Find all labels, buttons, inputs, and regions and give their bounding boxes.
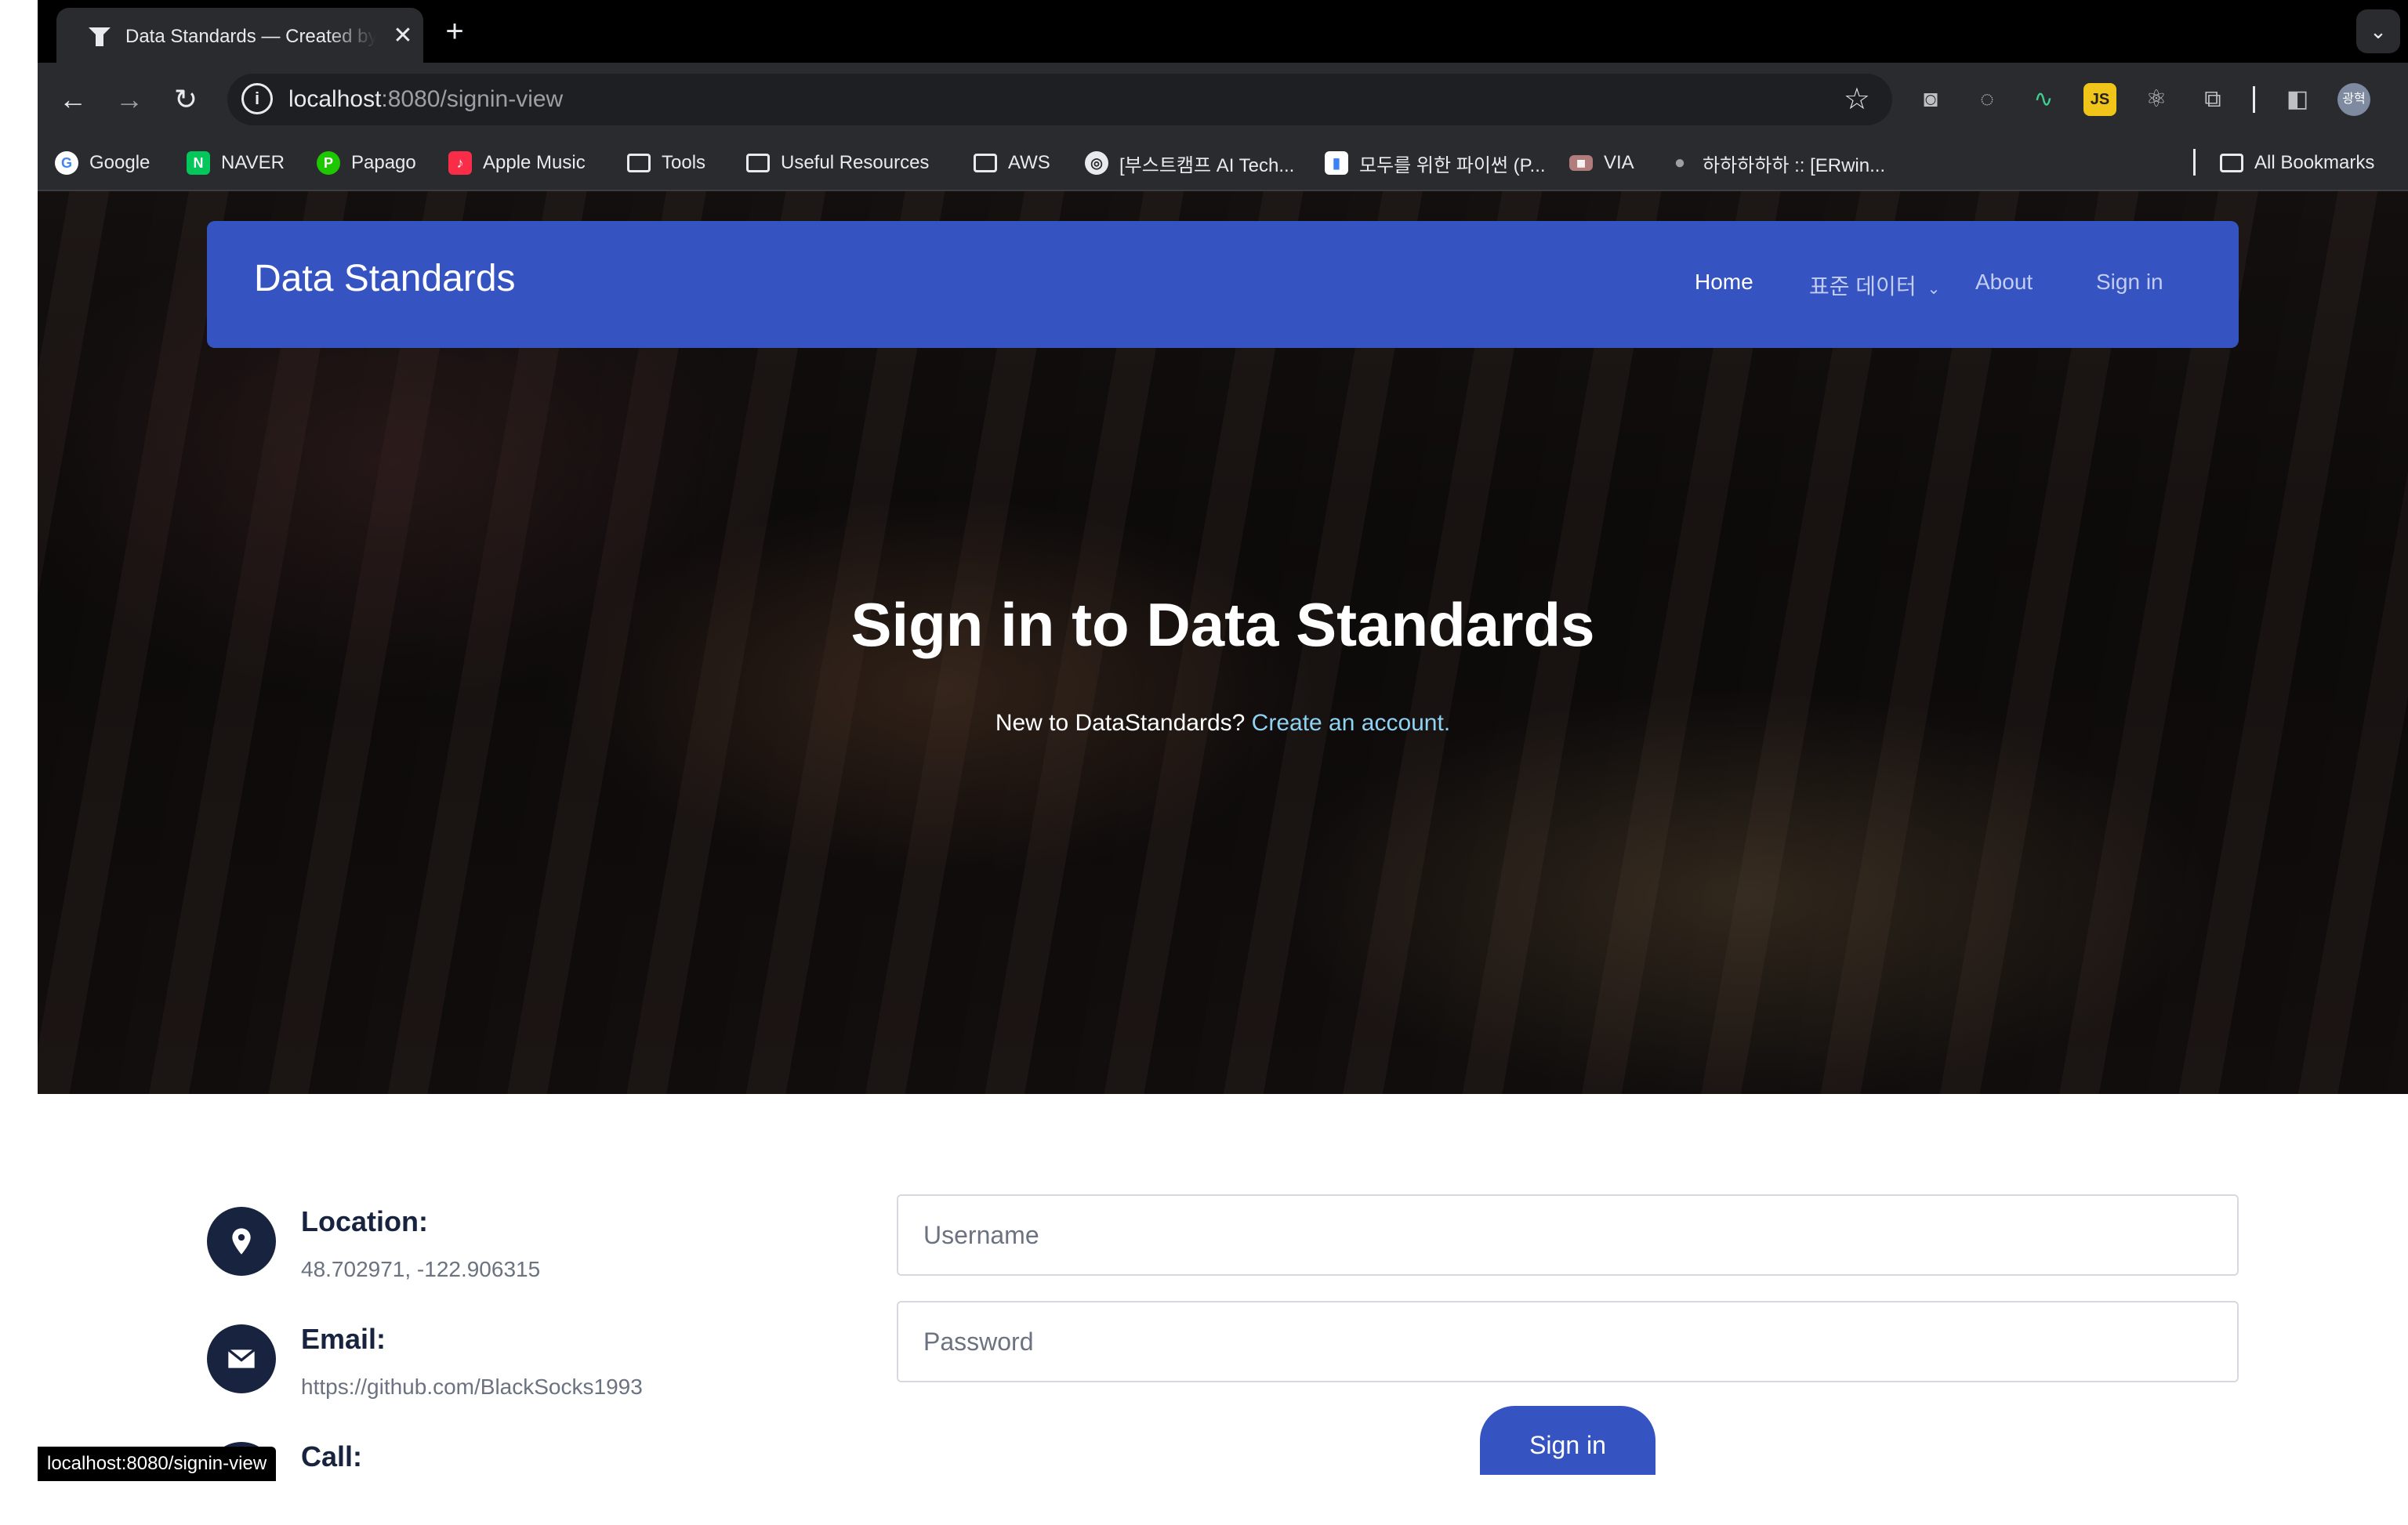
create-account-link[interactable]: Create an account.	[1252, 710, 1451, 736]
camera-extension-icon[interactable]: ◙	[1914, 83, 1947, 116]
browser-toolbar: ← → ↻ i localhost:8080/signin-view ☆ ◙ ◌…	[38, 63, 2408, 136]
nav-about[interactable]: About	[1975, 270, 2033, 295]
bookmark-label: 하하하하하 :: [ERwin...	[1703, 154, 1886, 176]
site-navbar: Data Standards Home 표준 데이터 ⌄ About Sign i…	[207, 221, 2239, 348]
toolbar-divider	[2253, 86, 2255, 113]
email-value: https://github.com/BlackSocks1993	[301, 1375, 643, 1399]
folder-icon	[974, 154, 997, 172]
papago-icon: P	[317, 151, 340, 175]
profile-avatar[interactable]: 광혁	[2337, 83, 2370, 116]
bookmark-boostcamp[interactable]: ◎ [부스트캠프 AI Tech...	[1085, 149, 1294, 177]
doc-icon: ▮	[1325, 151, 1348, 175]
address-bar[interactable]: i localhost:8080/signin-view ☆	[227, 74, 1892, 125]
loading-extension-icon[interactable]: ◌	[1971, 83, 2004, 116]
url-path: :8080/signin-view	[381, 86, 564, 112]
wave-extension-icon[interactable]: ∿	[2027, 83, 2060, 116]
bookmark-label: 모두를 위한 파이썬 (P...	[1359, 154, 1546, 176]
username-field[interactable]	[897, 1194, 2239, 1276]
bookmarks-bar: G Google N NAVER P Papago ♪ Apple Music Tool…	[38, 136, 2408, 191]
all-bookmarks[interactable]: All Bookmarks	[2220, 149, 2374, 177]
extensions-puzzle-icon[interactable]: ⧉	[2196, 83, 2229, 116]
tab-favicon-icon	[89, 27, 111, 46]
bookmark-label: NAVER	[221, 152, 285, 173]
globe-icon: ◎	[1085, 151, 1108, 175]
bookmark-papago[interactable]: P Papago	[317, 149, 416, 177]
bookmark-label: Apple Music	[483, 152, 586, 173]
location-label: Location:	[301, 1205, 428, 1237]
username-input[interactable]	[898, 1196, 2237, 1274]
password-input[interactable]	[898, 1302, 2237, 1381]
address-url[interactable]: localhost:8080/signin-view	[288, 86, 563, 113]
bookmark-label: VIA	[1604, 152, 1634, 173]
bookmark-python[interactable]: ▮ 모두를 위한 파이썬 (P...	[1325, 149, 1546, 177]
bookmark-star-icon[interactable]: ☆	[1844, 82, 1870, 117]
music-icon: ♪	[448, 151, 472, 175]
naver-icon: N	[187, 151, 210, 175]
bookmark-folder-useful-resources[interactable]: Useful Resources	[746, 149, 929, 177]
keyboard-icon: ▦	[1569, 155, 1593, 171]
speech-bubble-icon: ●	[1674, 152, 1686, 173]
bookmark-label: [부스트캠프 AI Tech...	[1119, 154, 1295, 176]
left-gutter	[0, 0, 38, 1525]
browser-tab-bar: Data Standards — Created by ✕ + ⌄	[38, 0, 2408, 63]
bookmark-label: Useful Resources	[781, 152, 930, 173]
tab-close-icon[interactable]: ✕	[389, 22, 417, 50]
bookmark-folder-aws[interactable]: AWS	[974, 149, 1050, 177]
react-devtools-icon[interactable]: ⚛	[2140, 83, 2173, 116]
call-label: Call:	[301, 1440, 363, 1472]
bookmark-label: All Bookmarks	[2254, 152, 2375, 173]
signup-prompt: New to DataStandards? Create an account.	[0, 710, 2408, 737]
location-value: 48.702971, -122.906315	[301, 1257, 541, 1281]
bookmark-folder-tools[interactable]: Tools	[627, 149, 705, 177]
bookmark-naver[interactable]: N NAVER	[187, 149, 285, 177]
side-panel-icon[interactable]: ◧	[2281, 83, 2314, 116]
browser-menu-icon[interactable]: ⋮	[2394, 83, 2408, 116]
new-tab-button[interactable]: +	[437, 14, 472, 49]
email-label: Email:	[301, 1323, 386, 1355]
browser-tab[interactable]: Data Standards — Created by ✕	[56, 8, 423, 63]
envelope-icon	[207, 1324, 276, 1393]
status-bar-url: localhost:8080/signin-view	[38, 1447, 277, 1481]
bookmark-via[interactable]: ▦ VIA	[1569, 149, 1634, 177]
bookmark-apple-music[interactable]: ♪ Apple Music	[448, 149, 586, 177]
reload-icon[interactable]: ↻	[166, 80, 205, 119]
bookmark-erwin[interactable]: ● 하하하하하 :: [ERwin...	[1668, 149, 1885, 177]
chevron-down-icon: ⌄	[1927, 281, 1941, 298]
tab-title: Data Standards — Created by	[125, 26, 376, 47]
nav-standard-data-dropdown[interactable]: 표준 데이터 ⌄	[1809, 270, 1940, 301]
page-title: Sign in to Data Standards	[850, 590, 1595, 659]
nav-sign-in[interactable]: Sign in	[2096, 270, 2163, 295]
bookmark-label: AWS	[1008, 152, 1050, 173]
location-pin-icon	[207, 1207, 276, 1276]
signup-prompt-text: New to DataStandards?	[995, 710, 1246, 736]
folder-icon	[627, 154, 651, 172]
site-brand[interactable]: Data Standards	[254, 257, 516, 300]
viewport-bottom-edge	[38, 1481, 2408, 1525]
bookmark-google[interactable]: G Google	[55, 149, 150, 177]
nav-home[interactable]: Home	[1695, 270, 1753, 295]
bookmarks-divider	[2193, 149, 2196, 176]
folder-icon	[746, 154, 770, 172]
url-host: localhost	[288, 86, 382, 112]
site-info-icon[interactable]: i	[241, 83, 273, 114]
password-field[interactable]	[897, 1301, 2239, 1382]
bookmark-label: Google	[89, 152, 150, 173]
tab-search-chevron-icon[interactable]: ⌄	[2356, 9, 2400, 53]
nav-standard-data-label: 표준 데이터	[1809, 274, 1917, 299]
forward-arrow-icon[interactable]: →	[110, 80, 149, 119]
bookmark-label: Papago	[351, 152, 416, 173]
back-arrow-icon[interactable]: ←	[53, 80, 92, 119]
js-extension-icon[interactable]: JS	[2083, 83, 2116, 116]
bookmark-label: Tools	[662, 152, 706, 173]
folder-icon	[2220, 154, 2243, 172]
google-icon: G	[55, 151, 78, 175]
sign-in-button[interactable]: Sign in	[1480, 1406, 1656, 1475]
